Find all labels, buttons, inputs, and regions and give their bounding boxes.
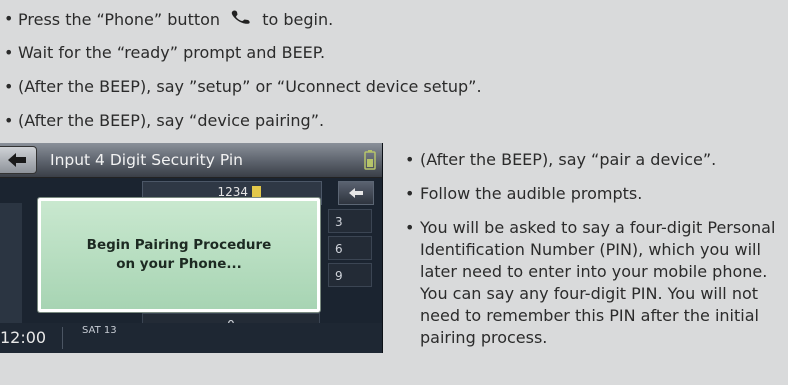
key-9[interactable]: 9: [328, 263, 372, 287]
step-wait-ready: • Wait for the “ready” prompt and BEEP.: [0, 36, 788, 70]
phone-icon: [231, 2, 253, 36]
step-text: Press the “Phone” button: [18, 10, 221, 29]
bullet: •: [4, 43, 14, 62]
screen-header: Input 4 Digit Security Pin: [0, 143, 382, 178]
back-arrow-icon: [0, 153, 36, 177]
step-say-setup: • (After the BEEP), say ”setup” or “Ucon…: [0, 70, 788, 104]
key-3[interactable]: 3: [328, 209, 372, 233]
left-panel: [0, 203, 22, 323]
delete-button[interactable]: [338, 181, 374, 205]
pairing-dialog: Begin Pairing Procedure on your Phone...: [38, 198, 320, 312]
bullet: •: [4, 77, 14, 96]
battery-icon: [364, 150, 376, 174]
step-text: (After the BEEP), say ”setup” or “Uconne…: [18, 77, 482, 96]
step-pair-device: • (After the BEEP), say “pair a device”.: [398, 149, 788, 183]
step-text: (After the BEEP), say “pair a device”.: [420, 150, 717, 169]
instruction-list-continued: • (After the BEEP), say “pair a device”.…: [398, 143, 788, 349]
date-label: SAT 13: [82, 325, 117, 336]
dialog-line-1: Begin Pairing Procedure: [86, 237, 272, 253]
dialog-line-2: on your Phone...: [116, 256, 242, 272]
screen-title: Input 4 Digit Security Pin: [50, 151, 243, 169]
backspace-icon: [339, 188, 373, 208]
step-text: Wait for the “ready” prompt and BEEP.: [18, 43, 326, 62]
bullet: •: [4, 9, 14, 28]
step-text: You will be asked to say a four-digit Pe…: [420, 218, 776, 347]
step-press-phone: • Press the “Phone” button to begin.: [0, 2, 788, 36]
bullet: •: [4, 111, 14, 130]
pin-cursor: [252, 186, 261, 198]
instruction-list: • Press the “Phone” button to begin. • W…: [0, 2, 788, 138]
bullet: •: [405, 150, 415, 169]
step-pin-info: • You will be asked to say a four-digit …: [398, 217, 788, 349]
uconnect-screen: Input 4 Digit Security Pin 1234 3 6 9 0 …: [0, 143, 383, 353]
back-button[interactable]: [0, 146, 37, 174]
step-say-device-pairing: • (After the BEEP), say “device pairing”…: [0, 104, 788, 138]
key-6[interactable]: 6: [328, 236, 372, 260]
step-text: (After the BEEP), say “device pairing”.: [18, 111, 325, 130]
step-text: to begin.: [262, 10, 334, 29]
step-text: Follow the audible prompts.: [420, 184, 643, 203]
clock: 12:00: [0, 327, 63, 349]
bullet: •: [405, 184, 415, 203]
step-follow-prompts: • Follow the audible prompts.: [398, 183, 788, 217]
bullet: •: [405, 218, 415, 237]
